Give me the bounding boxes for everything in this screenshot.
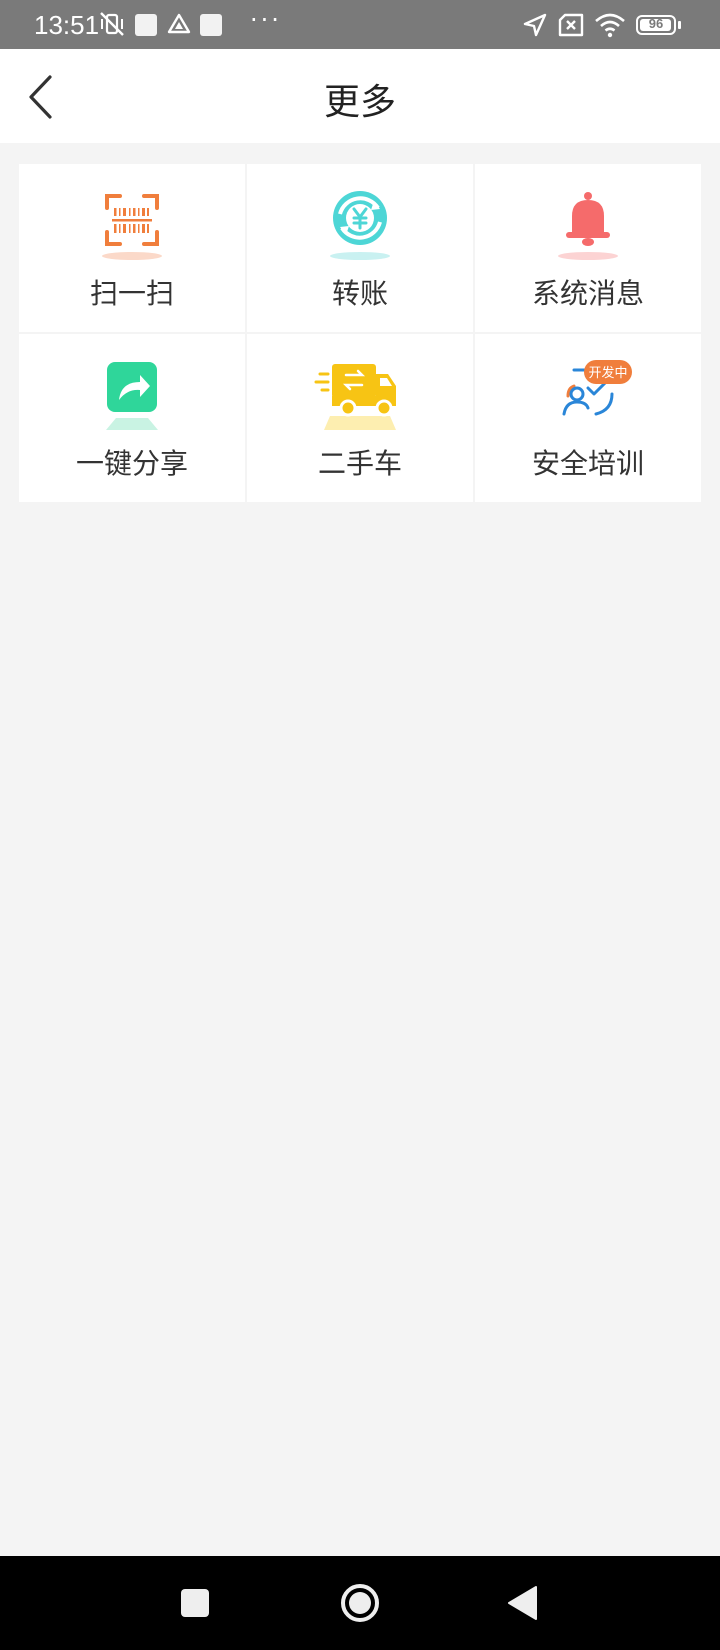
share-tile[interactable]: 一键分享 [19,334,245,502]
notification-square-icon [200,14,222,36]
more-notifications-icon: ··· [250,6,282,34]
wifi-icon [594,12,626,42]
tile-label: 二手车 [317,447,402,480]
used-car-tile[interactable]: 二手车 [247,334,473,502]
no-sim-icon [557,13,585,41]
page-title: 更多 [323,82,396,123]
square-icon [181,1589,209,1617]
bell-icon [528,188,648,264]
location-arrow-icon [522,12,548,42]
scan-tile[interactable]: 扫一扫 [19,164,245,332]
truck-icon [300,358,420,434]
tile-label: 安全培训 [531,447,644,480]
safety-training-tile[interactable]: 开发中 安全培训 [475,334,701,502]
recents-button[interactable] [168,1576,222,1630]
tile-label: 一键分享 [75,447,188,480]
drive-icon [166,12,192,40]
battery-cap [678,21,681,29]
feature-grid: 扫一扫 转账 系统消息 一键分享 二手车 开发中 安全培训 [19,164,701,502]
circle-icon [341,1584,379,1622]
status-bar: 13:51 ··· 96 [0,0,720,49]
transfer-tile[interactable]: 转账 [247,164,473,332]
triangle-back-icon [508,1586,537,1620]
dev-badge: 开发中 [588,366,628,381]
tile-label: 系统消息 [531,277,644,310]
back-nav-button[interactable] [498,1576,552,1630]
title-bar: 更多 [0,49,720,143]
tile-label: 扫一扫 [89,277,174,310]
system-nav-bar [0,1556,720,1650]
battery-icon: 96 [636,15,676,35]
vibrate-off-icon [98,11,126,41]
yuan-transfer-icon [300,188,420,264]
notification-square-icon [135,14,157,36]
scan-barcode-icon [72,188,192,264]
tile-label: 转账 [331,277,388,310]
share-icon [72,358,192,434]
home-button[interactable] [333,1576,387,1630]
system-messages-tile[interactable]: 系统消息 [475,164,701,332]
battery-level: 96 [648,16,664,31]
status-time: 13:51 [34,10,100,40]
